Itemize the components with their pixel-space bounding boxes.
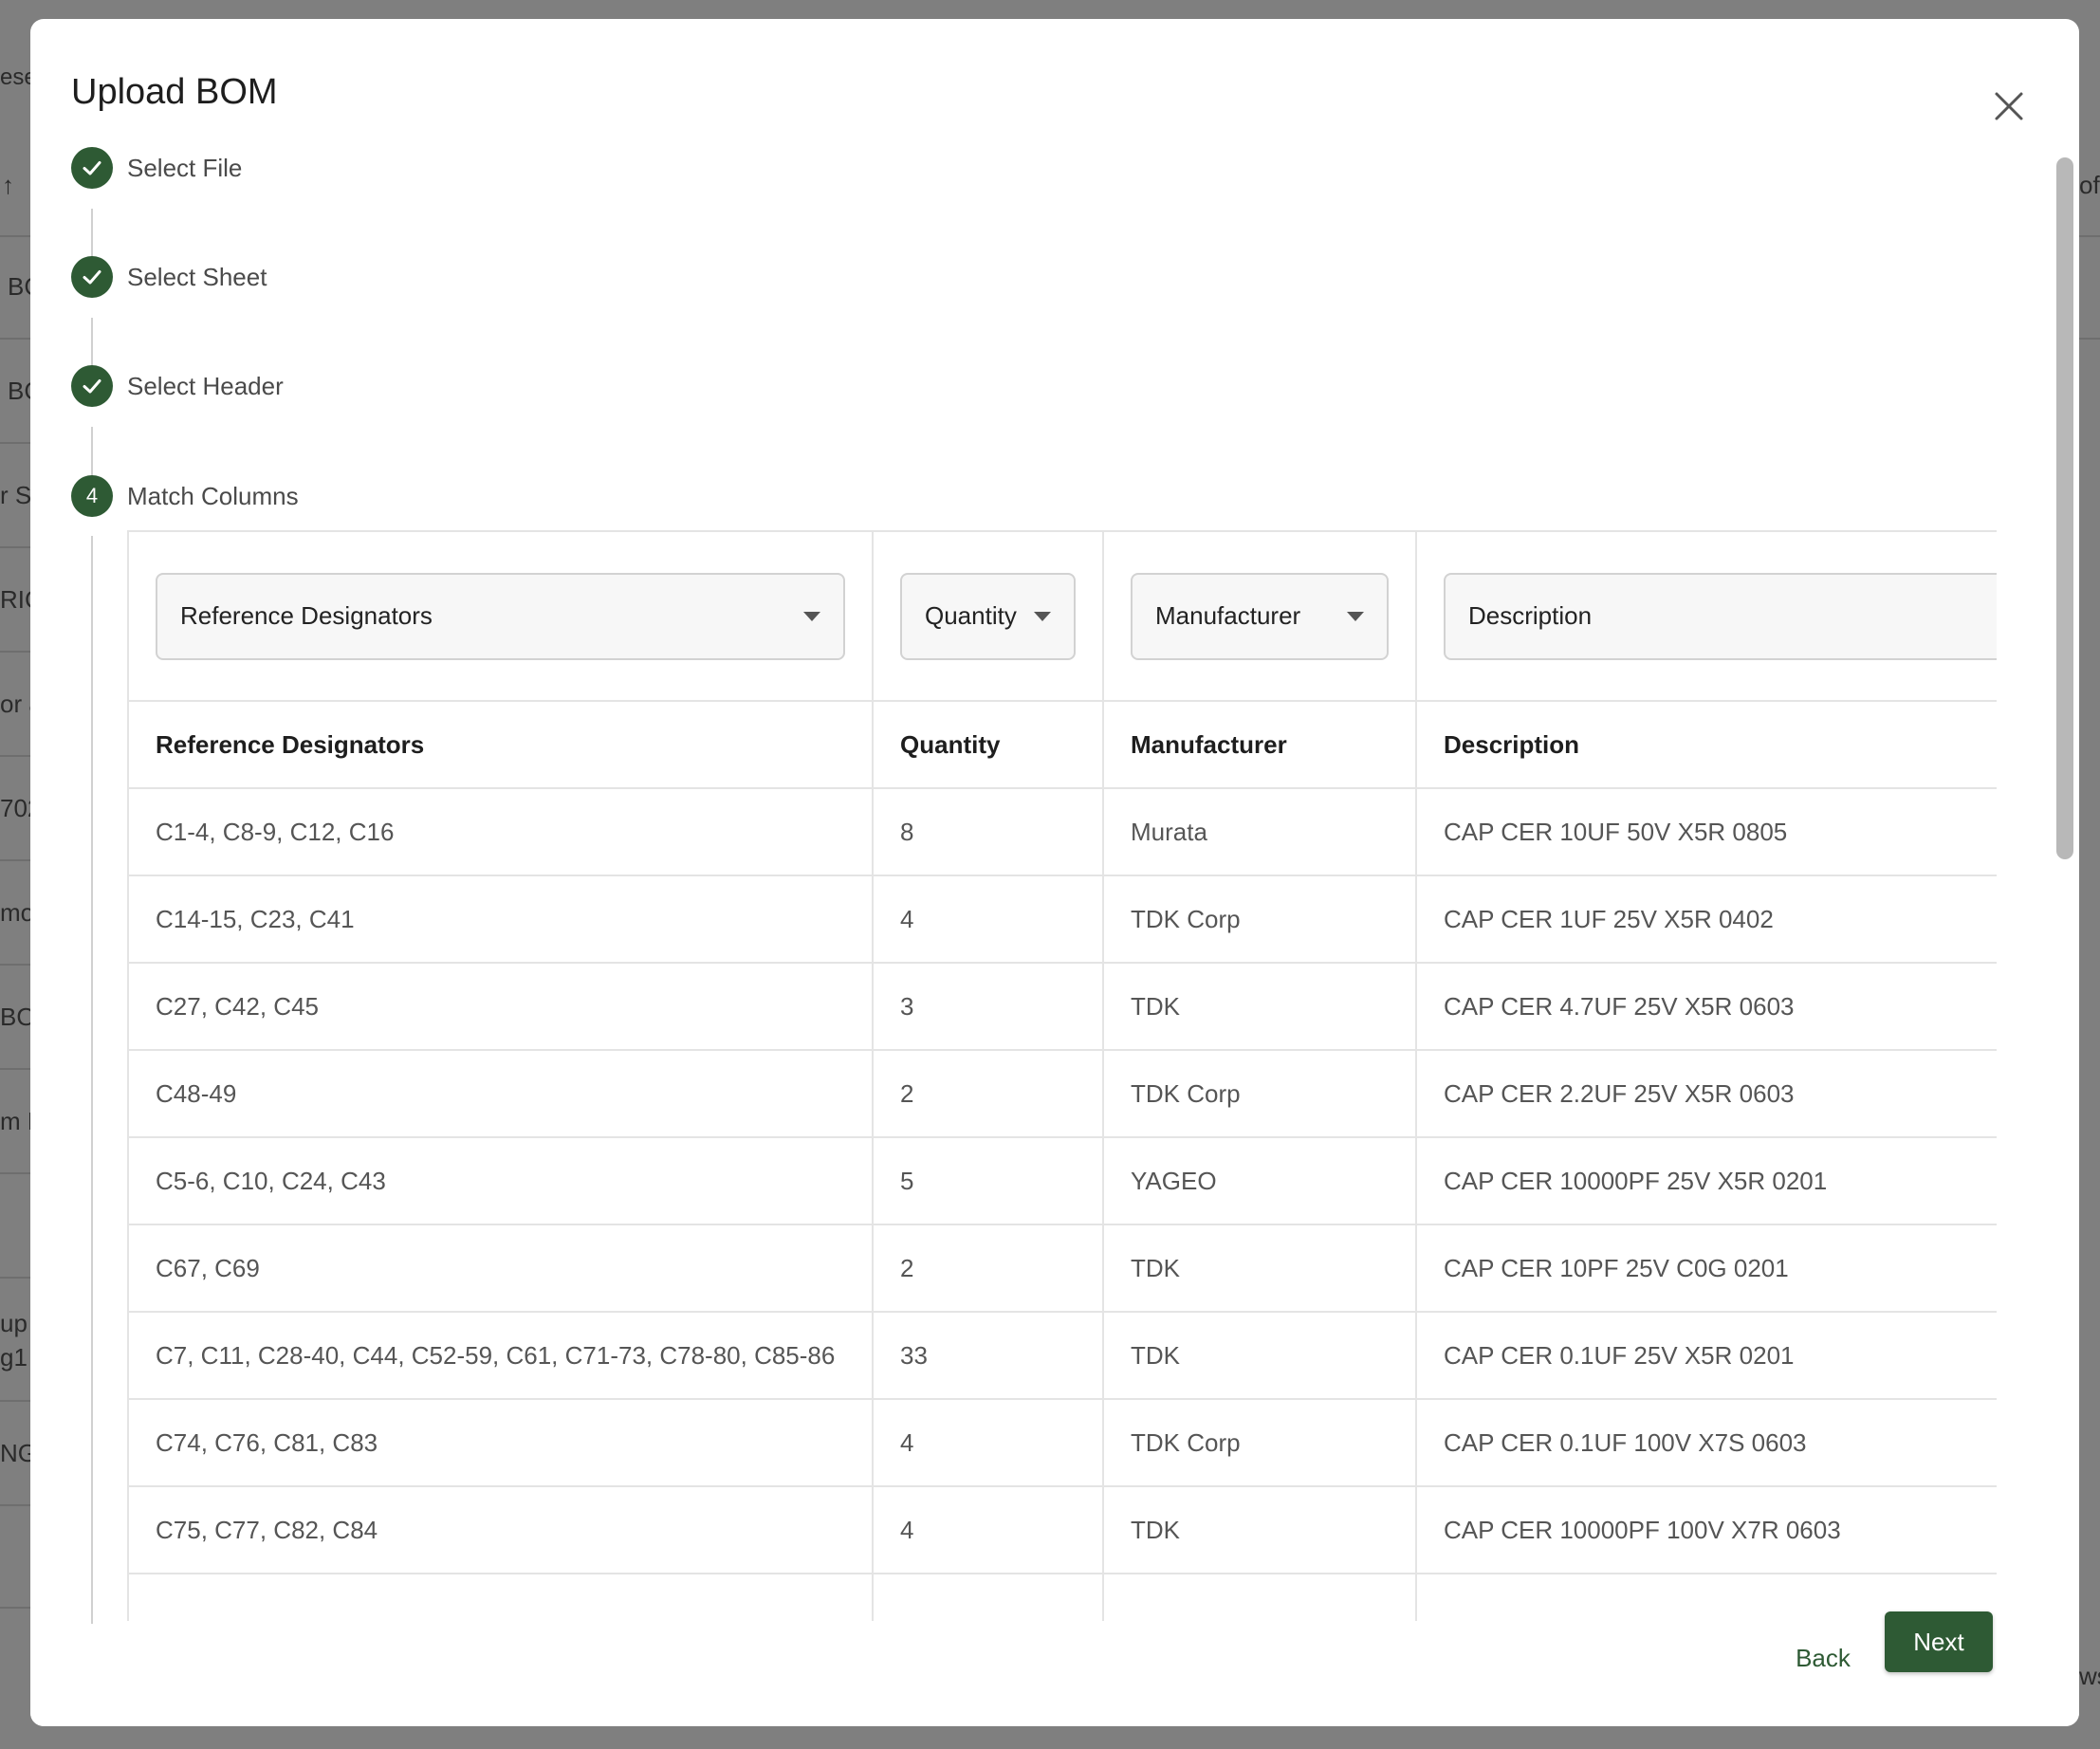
column-select-row: Reference Designators Quantity Manufactu… (129, 532, 1997, 702)
next-button[interactable]: Next (1885, 1611, 1993, 1672)
select-value: Manufacturer (1155, 601, 1301, 630)
table-cell: 4 (873, 1486, 1104, 1574)
table-cell: C48-49 (129, 1050, 874, 1138)
table-cell: C75, C77, C82, C84 (129, 1486, 874, 1574)
step-label: Match Columns (127, 481, 299, 510)
column-select-reference-designators[interactable]: Reference Designators (156, 572, 845, 660)
table-row: C48-49 2 TDK Corp CAP CER 2.2UF 25V X5R 060… (129, 1050, 1997, 1138)
table-cell: 8 (873, 788, 1104, 876)
table-cell: 4 (873, 1399, 1104, 1487)
table-cell: TDK Corp (1103, 1050, 1417, 1138)
column-header: Quantity (873, 701, 1104, 789)
scrollbar-thumb[interactable] (2056, 157, 2073, 859)
step-number: 4 (71, 475, 113, 517)
bg-text: of (2079, 171, 2100, 199)
column-select-manufacturer[interactable]: Manufacturer (1131, 572, 1389, 660)
table-cell: C5-6, C10, C24, C43 (129, 1137, 874, 1225)
column-match-table: Reference Designators Quantity Manufactu… (127, 530, 1997, 1621)
step-connector (91, 427, 93, 482)
table-cell: 3 (873, 963, 1104, 1051)
table-cell: 4 (873, 875, 1104, 964)
table-cell: TDK Corp (1103, 1399, 1417, 1487)
step-connector (91, 536, 93, 1627)
table-cell: CAP CER 10000PF 100V X7R 0603 (1416, 1486, 1997, 1574)
table-cell: C67, C69 (129, 1224, 874, 1313)
table-cell: TDK (1103, 1486, 1417, 1574)
bg-sort-icon: ↑ (2, 171, 14, 199)
table-cell: TDK (1103, 963, 1417, 1051)
table-cell: CAP CER 1UF 25V X5R 0402 (1416, 875, 1997, 964)
check-icon (71, 256, 113, 298)
dialog-title: Upload BOM (71, 72, 278, 112)
table-header-row: Reference Designators Quantity Manufactu… (129, 701, 1997, 789)
table-row: C27, C42, C45 3 TDK CAP CER 4.7UF 25V X5R 0… (129, 963, 1997, 1051)
step-match-columns: 4 Match Columns (71, 475, 299, 517)
step-select-header: Select Header (71, 365, 284, 407)
bg-text: ws (2079, 1662, 2100, 1690)
table-cell: TDK Corp (1103, 875, 1417, 964)
close-icon (1995, 92, 2023, 120)
select-value: Quantity (925, 601, 1017, 630)
table-row: C74, C76, C81, C83 4 TDK Corp CAP CER 0.1UF… (129, 1399, 1997, 1487)
table-cell: TDK (1103, 1312, 1417, 1400)
table-cell: CAP CER 10PF 25V C0G 0201 (1416, 1224, 1997, 1313)
column-header: Description (1416, 701, 1997, 789)
chevron-down-icon (803, 611, 820, 621)
table-cell: YAGEO (1103, 1137, 1417, 1225)
table-cell: C27, C42, C45 (129, 963, 874, 1051)
chevron-down-icon (1034, 611, 1051, 621)
table-cell: CAP CER 0.1UF 25V X5R 0201 (1416, 1312, 1997, 1400)
check-icon (71, 147, 113, 189)
table-cell: CAP CER 0.1UF 100V X7S 0603 (1416, 1399, 1997, 1487)
table-cell: CAP CER 10000PF 25V X5R 0201 (1416, 1137, 1997, 1225)
select-value: Description (1468, 601, 1593, 630)
column-select-description[interactable]: Description (1444, 572, 1997, 660)
table-row: C1-4, C8-9, C12, C16 8 Murata CAP CER 10UF … (129, 788, 1997, 876)
bg-text: mo (0, 898, 35, 927)
table-cell: TDK (1103, 1224, 1417, 1313)
table-cell: CAP CER 10UF 50V X5R 0805 (1416, 788, 1997, 876)
table-cell: Murata (1103, 788, 1417, 876)
bg-text: g1 (0, 1343, 28, 1372)
table-row: C67, C69 2 TDK CAP CER 10PF 25V C0G 0201 (129, 1224, 1997, 1313)
table-cell: CAP CER 2.2UF 25V X5R 0603 (1416, 1050, 1997, 1138)
table-cell: 33 (873, 1312, 1104, 1400)
table-cell: CAP CER 4.7UF 25V X5R 0603 (1416, 963, 1997, 1051)
table-row: C75, C77, C82, C84 4 TDK CAP CER 10000PF 10… (129, 1486, 1997, 1574)
dialog-footer (30, 1624, 2079, 1726)
table-cell: C74, C76, C81, C83 (129, 1399, 874, 1487)
table-cell: C14-15, C23, C41 (129, 875, 874, 964)
chevron-down-icon (1347, 611, 1364, 621)
column-select-quantity[interactable]: Quantity (900, 572, 1076, 660)
step-select-sheet: Select Sheet (71, 256, 267, 298)
step-label: Select Header (127, 371, 284, 400)
check-icon (71, 365, 113, 407)
close-button[interactable] (1986, 83, 2032, 129)
back-button[interactable]: Back (1779, 1628, 1867, 1688)
step-label: Select File (127, 153, 243, 182)
table-cell: 2 (873, 1050, 1104, 1138)
upload-bom-dialog: Upload BOM Select File Select Sheet Sele… (30, 19, 2079, 1726)
table-cell: C7, C11, C28-40, C44, C52-59, C61, C71-7… (129, 1312, 874, 1400)
step-label: Select Sheet (127, 262, 267, 291)
column-header: Manufacturer (1103, 701, 1417, 789)
table-row: C7, C11, C28-40, C44, C52-59, C61, C71-7… (129, 1312, 1997, 1400)
bg-text: r S (0, 481, 32, 509)
table-row-partial (129, 1574, 1997, 1621)
column-header: Reference Designators (129, 701, 874, 789)
select-value: Reference Designators (180, 601, 433, 630)
table-cell: C1-4, C8-9, C12, C16 (129, 788, 874, 876)
table-row: C5-6, C10, C24, C43 5 YAGEO CAP CER 10000PF… (129, 1137, 1997, 1225)
step-select-file: Select File (71, 147, 242, 189)
bg-text: up (0, 1309, 28, 1337)
table-cell: 5 (873, 1137, 1104, 1225)
table-row: C14-15, C23, C41 4 TDK Corp CAP CER 1UF 25V… (129, 875, 1997, 964)
table-cell: 2 (873, 1224, 1104, 1313)
